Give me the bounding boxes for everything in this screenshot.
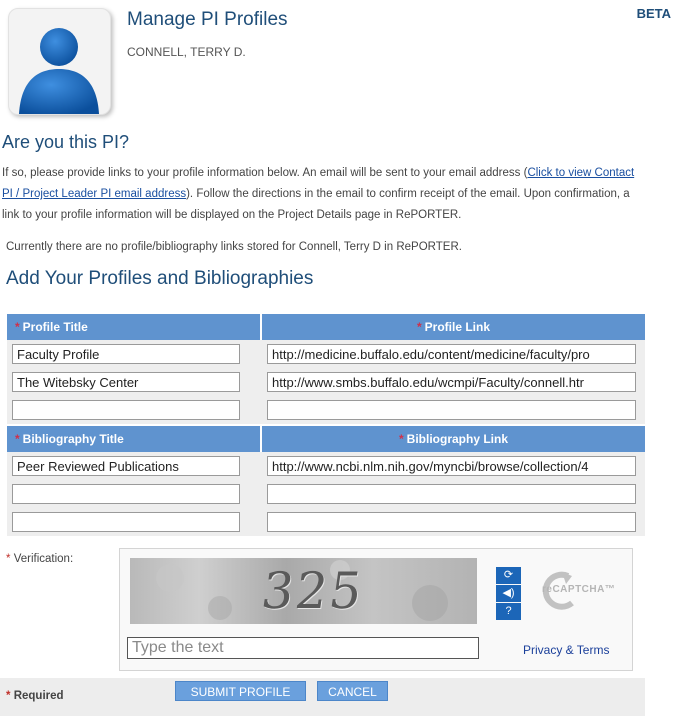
intro-paragraph: If so, please provide links to your prof…: [2, 163, 642, 226]
privacy-terms-link[interactable]: Privacy & Terms: [523, 643, 609, 657]
bibliography-link-input[interactable]: [267, 512, 636, 532]
bibliography-link-input[interactable]: [267, 484, 636, 504]
required-star: *: [15, 432, 20, 446]
section-title: Add Your Profiles and Bibliographies: [6, 268, 314, 289]
required-label: Required: [13, 690, 64, 702]
profile-title-header-label: Profile Title: [22, 320, 88, 334]
captcha-text: 325: [257, 562, 368, 620]
verification-label-text: Verification:: [13, 553, 74, 565]
beta-badge: BETA: [636, 6, 671, 21]
captcha-image: 325: [130, 558, 477, 624]
required-star: *: [6, 690, 11, 702]
refresh-icon[interactable]: ⟳: [496, 567, 521, 584]
profile-title-header: * Profile Title: [7, 314, 260, 340]
profile-link-header-label: Profile Link: [424, 320, 490, 334]
bibliography-title-header-label: Bibliography Title: [22, 432, 124, 446]
profile-title-input[interactable]: [12, 344, 240, 364]
intro-text-before: If so, please provide links to your prof…: [2, 167, 528, 179]
bibliography-link-input[interactable]: [267, 456, 636, 476]
profile-link-input[interactable]: [267, 372, 636, 392]
bibliography-link-header: * Bibliography Link: [262, 426, 645, 452]
pi-avatar: [8, 8, 111, 115]
required-star: *: [398, 432, 404, 446]
required-note: * Required: [6, 690, 64, 702]
bibliography-link-header-label: Bibliography Link: [406, 432, 508, 446]
submit-profile-button[interactable]: SUBMIT PROFILE: [175, 681, 306, 701]
recaptcha-wordmark: reCAPTCHA™: [542, 584, 616, 595]
required-star: *: [15, 320, 20, 334]
profile-title-input[interactable]: [12, 400, 240, 420]
pi-question-heading: Are you this PI?: [2, 132, 130, 152]
captcha-input[interactable]: [127, 637, 479, 659]
required-star: *: [416, 320, 422, 334]
profile-link-input[interactable]: [267, 344, 636, 364]
cancel-button[interactable]: CANCEL: [317, 681, 388, 701]
verification-label: * Verification:: [6, 553, 73, 565]
person-icon: [19, 28, 99, 114]
no-links-message: Currently there are no profile/bibliogra…: [6, 241, 462, 253]
profile-link-header: * Profile Link: [262, 314, 645, 340]
page-title: Manage PI Profiles: [127, 9, 288, 30]
profile-link-input[interactable]: [267, 400, 636, 420]
recaptcha-logo: reCAPTCHA™: [538, 568, 628, 614]
bibliography-title-input[interactable]: [12, 484, 240, 504]
bibliography-title-header: * Bibliography Title: [7, 426, 260, 452]
bibliography-title-input[interactable]: [12, 512, 240, 532]
bibliography-title-input[interactable]: [12, 456, 240, 476]
profile-title-input[interactable]: [12, 372, 240, 392]
audio-icon[interactable]: ◀): [496, 585, 521, 602]
required-star: *: [6, 553, 11, 565]
pi-name: CONNELL, TERRY D.: [127, 45, 246, 59]
help-icon[interactable]: ?: [496, 603, 521, 620]
